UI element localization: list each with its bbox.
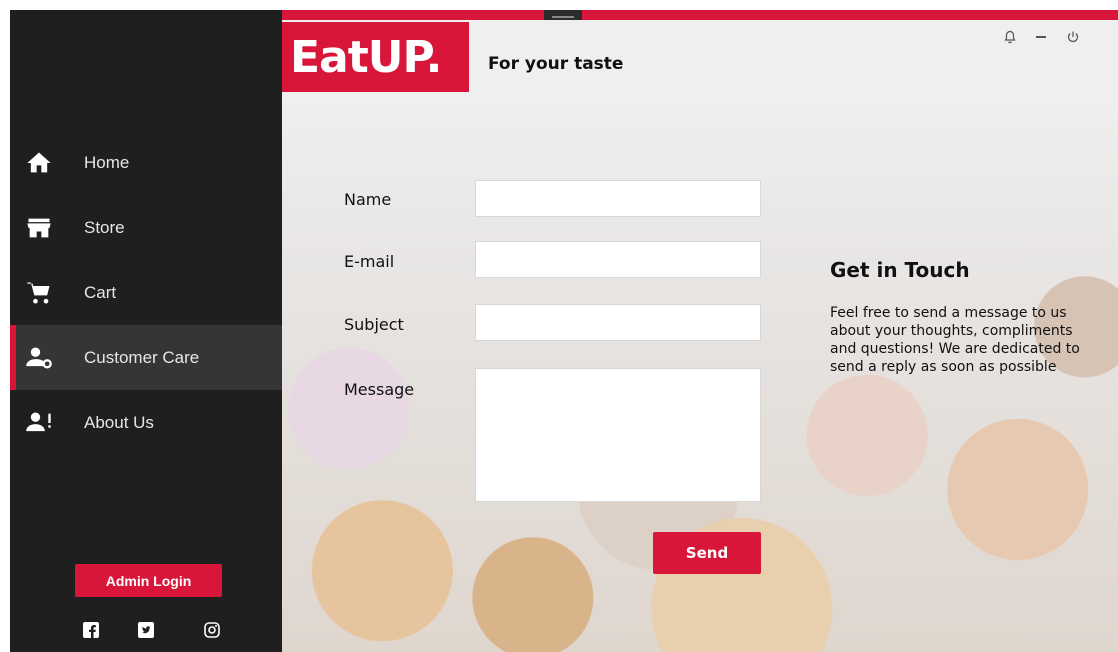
get-in-touch-text: Feel free to send a message to us about … [830, 305, 1080, 375]
top-accent-bar [282, 10, 1118, 20]
subject-label: Subject [344, 315, 404, 334]
sidebar-item-home[interactable]: Home [10, 130, 282, 195]
sidebar-item-customer-care[interactable]: Customer Care [10, 325, 282, 390]
instagram-icon[interactable] [204, 622, 220, 638]
email-label: E-mail [344, 252, 395, 271]
sidebar-item-cart[interactable]: Cart [10, 260, 282, 325]
send-button[interactable]: Send [653, 532, 761, 574]
sidebar-item-label: Home [84, 152, 130, 172]
message-label: Message [344, 380, 415, 399]
admin-login-button[interactable]: Admin Login [75, 564, 222, 597]
sidebar-item-label: Store [84, 217, 125, 237]
sidebar-item-label: Cart [84, 282, 117, 302]
bell-icon[interactable] [1003, 30, 1017, 44]
get-in-touch-title: Get in Touch [830, 258, 970, 282]
minimize-icon[interactable] [1034, 30, 1048, 44]
sidebar-item-label: Customer Care [84, 347, 200, 367]
subject-input[interactable] [475, 304, 761, 341]
logo: EatUP. [282, 22, 469, 92]
name-label: Name [344, 190, 392, 209]
name-input[interactable] [475, 180, 761, 217]
power-icon[interactable] [1066, 30, 1080, 44]
store-icon [25, 214, 53, 242]
sidebar-item-about-us[interactable]: About Us [10, 390, 282, 455]
facebook-icon[interactable] [83, 622, 99, 638]
sidebar: Home Store Cart Customer Care About Us A… [10, 10, 282, 652]
sidebar-item-store[interactable]: Store [10, 195, 282, 260]
twitter-icon[interactable] [138, 622, 154, 638]
sidebar-nav: Home Store Cart Customer Care About Us [10, 130, 282, 455]
about-us-icon [25, 409, 53, 437]
customer-care-icon [25, 344, 53, 372]
tagline: For your taste [488, 54, 624, 74]
cart-icon [25, 279, 53, 307]
sidebar-item-label: About Us [84, 412, 154, 432]
home-icon [25, 149, 53, 177]
email-input[interactable] [475, 241, 761, 278]
header: EatUP. For your taste [282, 20, 1118, 110]
contact-content: Name E-mail Subject Message Send Get in … [282, 110, 1118, 652]
message-textarea[interactable] [475, 368, 761, 502]
